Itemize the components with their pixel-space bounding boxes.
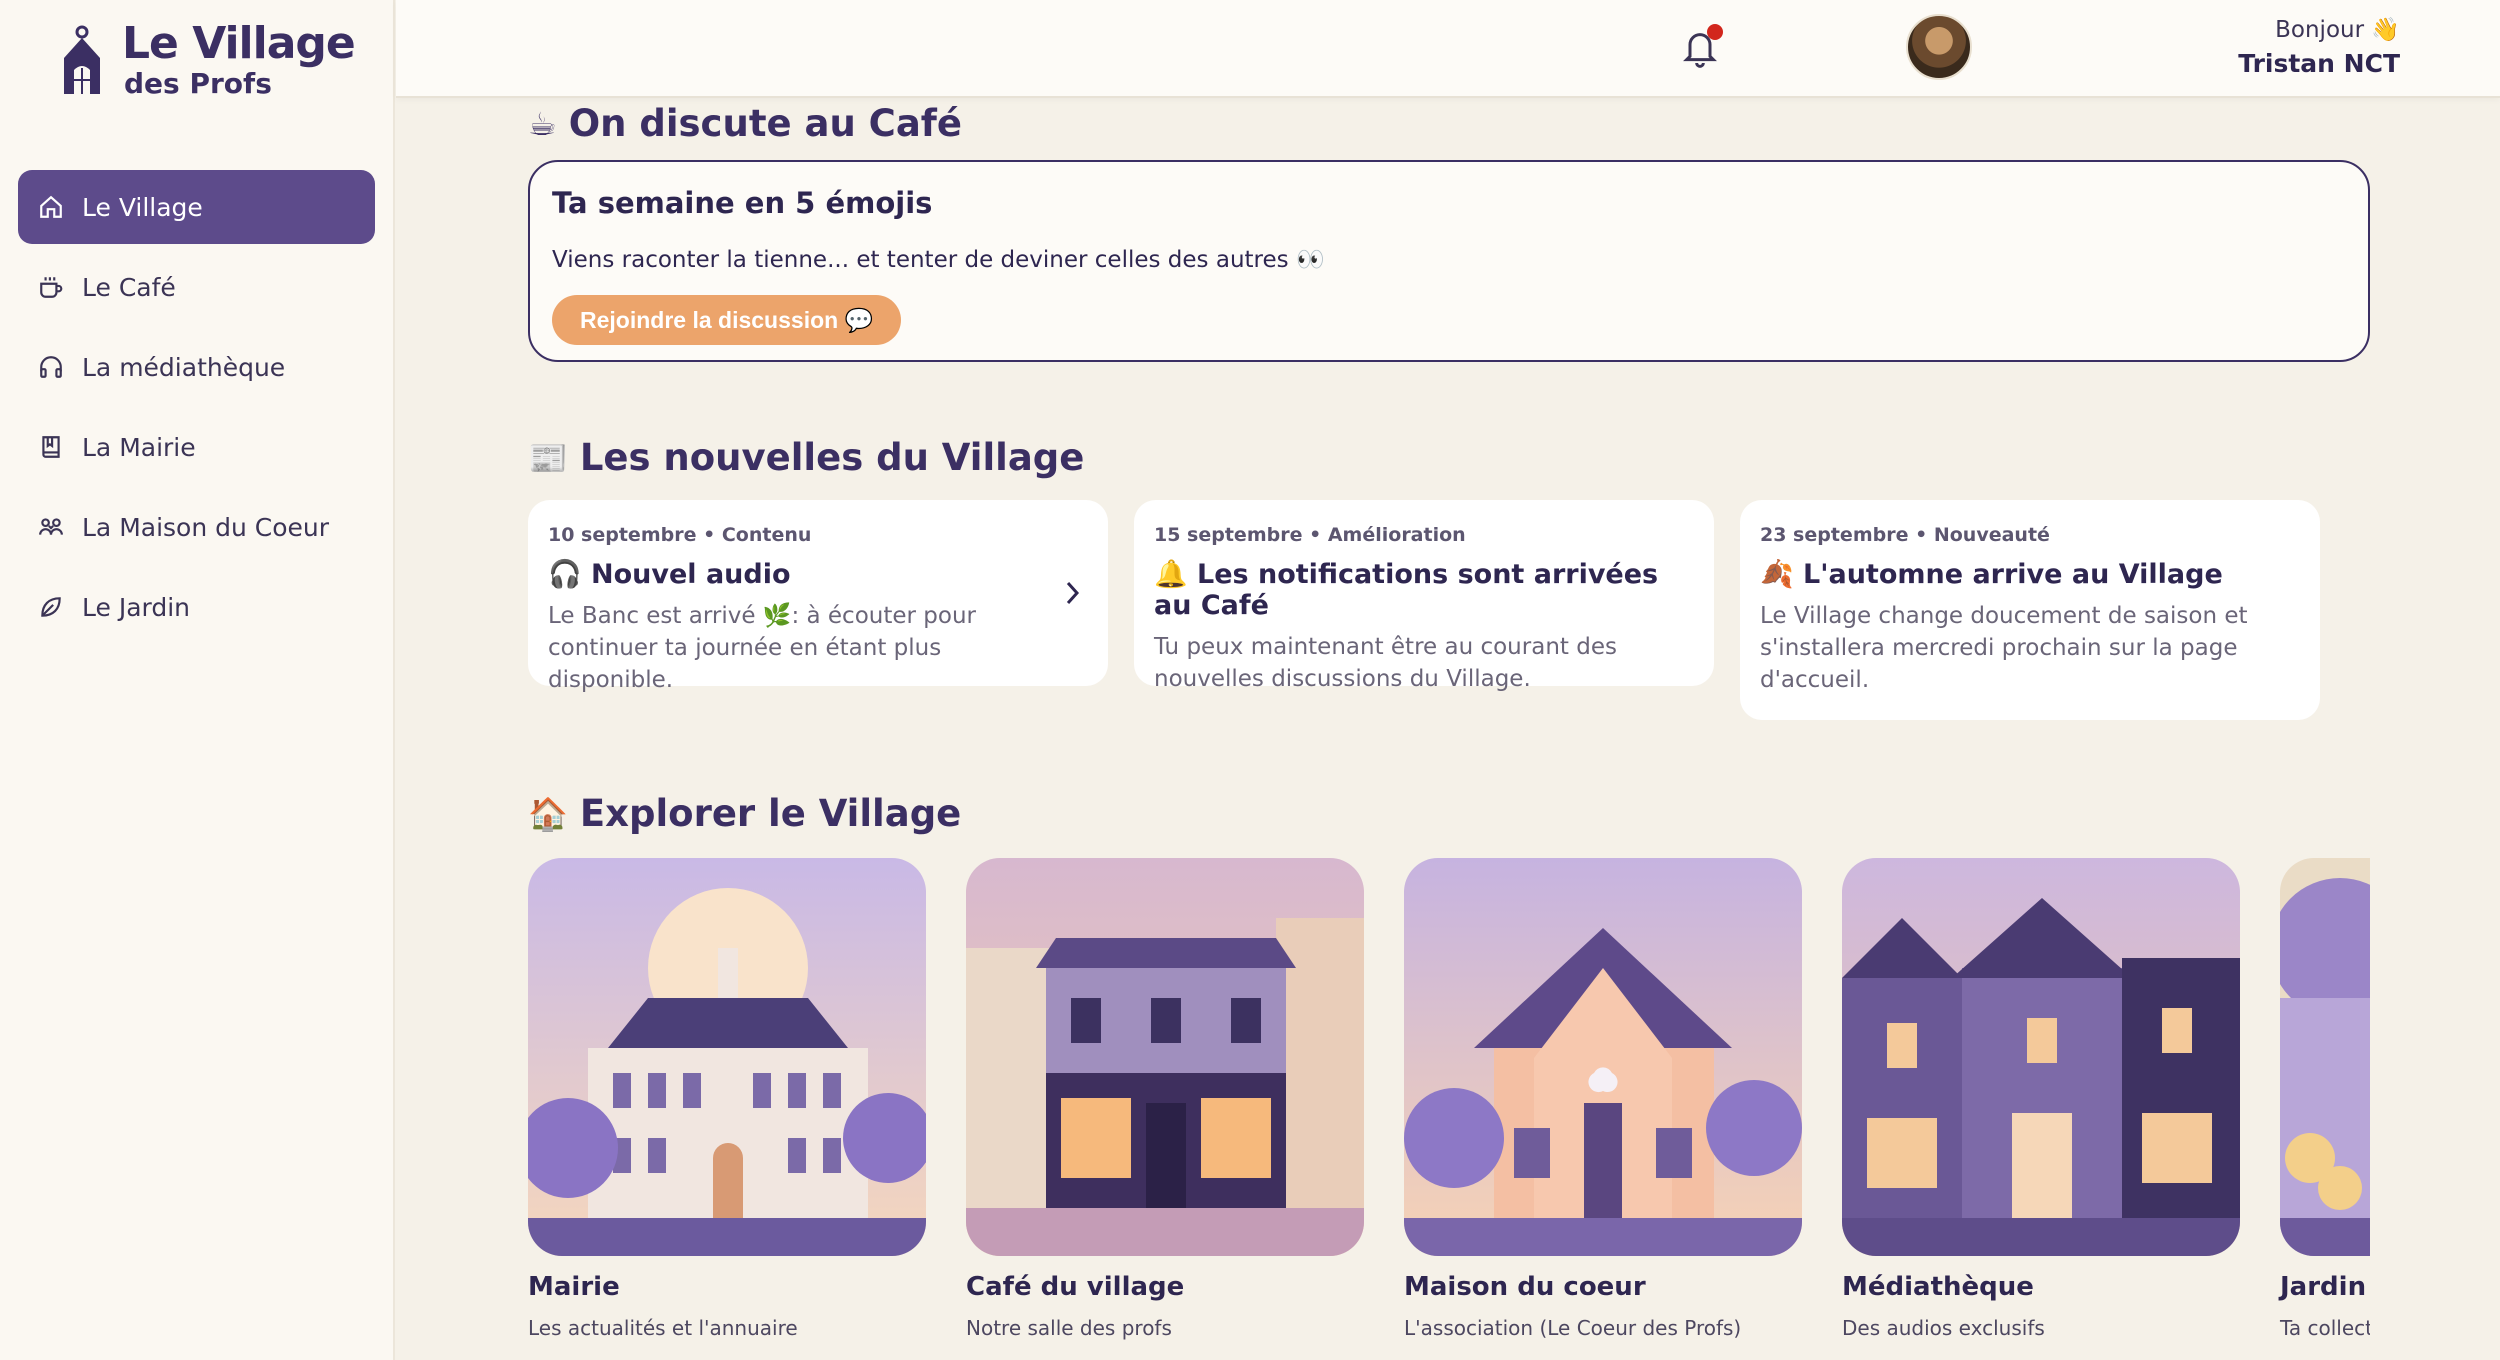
maison-illustration [1404,858,1802,1256]
place-desc: Les actualités et l'annuaire [528,1316,798,1340]
explore-section-title-text: Explorer le Village [579,792,962,835]
sidebar-item-le-village[interactable]: Le Village [18,170,375,244]
place-card-mairie[interactable]: Mairie Les actualités et l'annuaire [528,858,926,1340]
cafe-illustration [966,858,1364,1256]
sidebar: Le Village des Profs Le Village Le Café … [0,0,395,1360]
place-card-cafe[interactable]: Café du village Notre salle des profs [966,858,1364,1340]
place-desc: L'association (Le Coeur des Profs) [1404,1316,1742,1340]
notification-dot [1707,24,1723,40]
mediatheque-illustration [1842,858,2240,1256]
news-list: 10 septembre • Contenu 🎧 Nouvel audio Le… [528,500,2320,720]
sidebar-item-label: La médiathèque [82,352,286,382]
sidebar-item-label: Le Café [82,272,176,302]
user-name: Tristan NCT [2238,49,2400,78]
discussion-title: Ta semaine en 5 émojis [552,186,933,220]
headphones-icon [38,354,64,380]
logo-house-icon [64,25,100,94]
house-emoji-icon: 🏠 [528,794,568,833]
home-icon [38,194,64,220]
sidebar-nav: Le Village Le Café La médiathèque La Mai… [18,170,375,650]
cafe-discussion-card[interactable]: Ta semaine en 5 émojis Viens raconter la… [528,160,2370,362]
news-body: Le Village change doucement de saison et… [1760,603,2248,693]
place-name: Café du village [966,1272,1185,1302]
news-title: 🎧 Nouvel audio [548,559,791,590]
news-meta: 15 septembre • Amélioration [1154,524,1466,546]
user-greeting[interactable]: Bonjour 👋 Tristan NCT [2238,16,2400,78]
place-name: Médiathèque [1842,1272,2034,1302]
jardin-illustration [2280,858,2370,1256]
news-body: Tu peux maintenant être au courant des n… [1154,634,1617,692]
explore-section-title: 🏠 Explorer le Village [528,792,961,835]
book-icon [38,434,64,460]
sidebar-item-la-mairie[interactable]: La Mairie [18,410,375,484]
explore-carousel: Mairie Les actualités et l'annuaire Café… [528,858,2370,1340]
newspaper-emoji-icon: 📰 [528,438,568,477]
cafe-section-title-text: On discute au Café [568,102,962,145]
greeting-text: Bonjour 👋 [2275,17,2400,43]
news-title: 🔔 Les notifications sont arrivées au Caf… [1154,559,1659,621]
leaf-icon [38,594,64,620]
place-desc: Notre salle des profs [966,1316,1172,1340]
coffee-emoji-icon: ☕ [528,104,557,143]
news-section-title: 📰 Les nouvelles du Village [528,436,1084,479]
news-section-title-text: Les nouvelles du Village [579,436,1085,479]
news-title: 🍂 L'automne arrive au Village [1760,559,2223,590]
place-card-mediatheque[interactable]: Médiathèque Des audios exclusifs [1842,858,2240,1340]
place-desc: Des audios exclusifs [1842,1316,2045,1340]
top-header [396,0,2500,98]
coffee-cup-icon [38,274,64,300]
place-name: Maison du coeur [1404,1272,1646,1302]
place-card-jardin[interactable]: Jardin Ta collection [2280,858,2370,1340]
sidebar-item-la-mediatheque[interactable]: La médiathèque [18,330,375,404]
sidebar-item-le-cafe[interactable]: Le Café [18,250,375,324]
place-desc: Ta collection [2280,1316,2370,1340]
people-icon [38,514,64,540]
sidebar-item-label: La Maison du Coeur [82,512,330,542]
logo[interactable]: Le Village des Profs [60,18,356,100]
join-discussion-button[interactable]: Rejoindre la discussion 💬 [552,295,902,345]
news-meta: 23 septembre • Nouveauté [1760,524,2050,546]
avatar[interactable] [1906,14,1972,80]
sidebar-item-label: Le Village [82,192,203,222]
discussion-text: Viens raconter la tienne... et tenter de… [552,247,1325,273]
chevron-right-icon[interactable] [1060,578,1084,608]
sidebar-item-le-jardin[interactable]: Le Jardin [18,570,375,644]
news-card[interactable]: 23 septembre • Nouveauté 🍂 L'automne arr… [1740,500,2320,720]
brand-subtitle: des Profs [124,67,272,100]
news-meta: 10 septembre • Contenu [548,524,812,546]
news-card[interactable]: 15 septembre • Amélioration 🔔 Les notifi… [1134,500,1714,692]
sidebar-item-label: Le Jardin [82,592,191,622]
mairie-illustration [528,858,926,1256]
place-name: Mairie [528,1272,620,1302]
sidebar-item-label: La Mairie [82,432,196,462]
place-name: Jardin [2280,1272,2367,1302]
sidebar-item-la-maison-du-coeur[interactable]: La Maison du Coeur [18,490,375,564]
place-card-maison-du-coeur[interactable]: Maison du coeur L'association (Le Coeur … [1404,858,1802,1340]
news-body: Le Banc est arrivé 🌿: à écouter pour con… [548,603,976,693]
brand-title: Le Village [122,18,356,69]
cafe-section-title: ☕ On discute au Café [528,102,962,145]
news-card[interactable]: 10 septembre • Contenu 🎧 Nouvel audio Le… [528,500,1108,693]
